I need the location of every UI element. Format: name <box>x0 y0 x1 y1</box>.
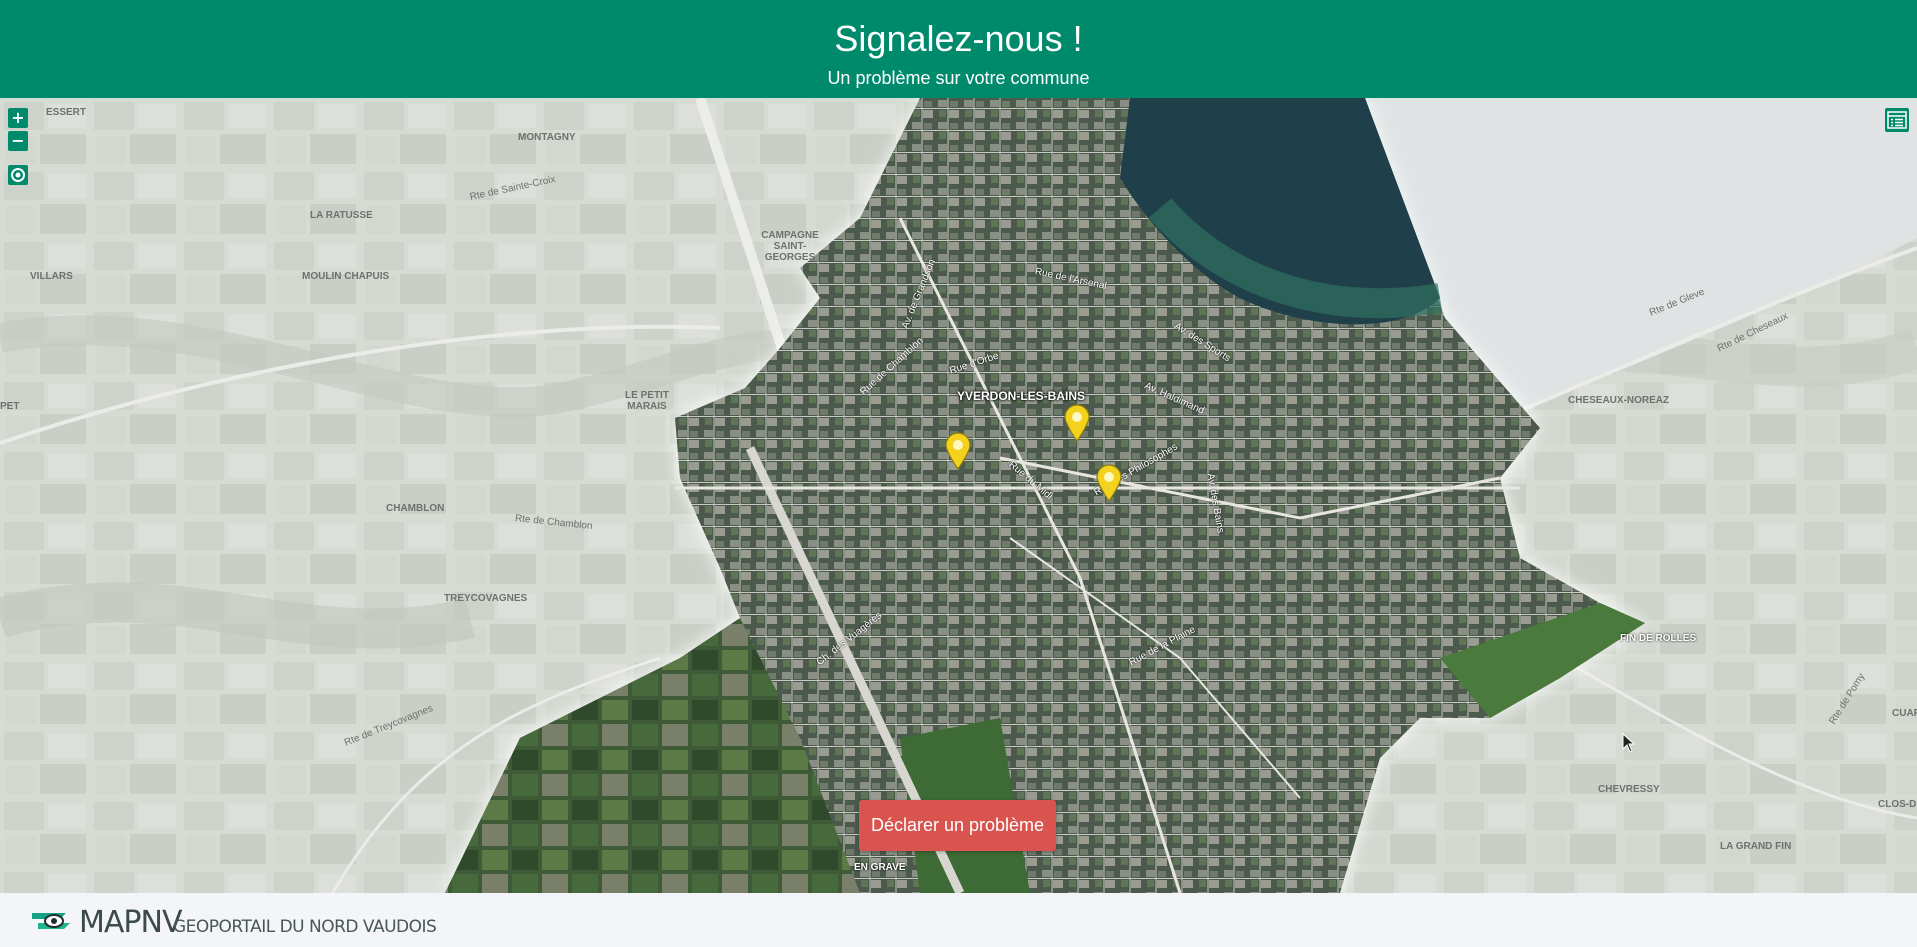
city-label: YVERDON-LES-BAINS <box>957 389 1086 403</box>
footer-tagline: GEOPORTAIL DU NORD VAUDOIS <box>173 917 437 937</box>
issue-marker[interactable] <box>944 432 972 470</box>
place-label: EN GRAVE <box>854 862 906 873</box>
mapnv-logo-icon <box>32 913 70 929</box>
zoom-out-button[interactable]: − <box>8 131 28 151</box>
map-background <box>0 98 1917 893</box>
place-label: TREYCOVAGNES <box>444 593 528 604</box>
layer-list-icon <box>1887 111 1907 129</box>
place-label: MONTAGNY <box>518 132 576 143</box>
place-label: CHESEAUX-NOREAZ <box>1568 395 1670 406</box>
place-label: CHEVRESSY <box>1598 784 1660 795</box>
page-subtitle: Un problème sur votre commune <box>827 68 1090 88</box>
place-label: FIN DE ROLLES <box>1620 633 1697 644</box>
place-label: LA RATUSSE <box>310 210 373 221</box>
place-label: ESSERT <box>46 107 87 118</box>
place-label: LA GRAND FIN <box>1720 841 1792 852</box>
place-label: CAMPAGNE SAINT-GEORGES <box>761 230 819 263</box>
issue-marker[interactable] <box>1063 404 1091 442</box>
place-label: MOULIN CHAPUIS <box>302 271 390 282</box>
map-view[interactable]: ESSERT MONTAGNY LA RATUSSE MOULIN CHAPUI… <box>0 98 1917 893</box>
app-footer: MAPNV GEOPORTAIL DU NORD VAUDOIS <box>0 893 1917 947</box>
place-label: LE PETIT MARAIS <box>625 390 669 412</box>
place-label: VILLARS <box>30 271 73 282</box>
place-label: CHAMBLON <box>386 503 445 514</box>
place-label: CUAR <box>1892 708 1917 719</box>
locate-button[interactable] <box>8 165 28 185</box>
place-label: CLOS-D <box>1878 799 1917 810</box>
app-header: Signalez-nous ! Un problème sur votre co… <box>0 0 1917 98</box>
place-label: PET <box>0 401 20 412</box>
issue-marker[interactable] <box>1095 464 1123 502</box>
locate-icon <box>11 168 25 182</box>
mouse-cursor-icon <box>1622 733 1636 753</box>
page-title: Signalez-nous ! <box>834 18 1083 59</box>
declare-problem-button[interactable]: Déclarer un problème <box>859 800 1056 851</box>
footer-brand: MAPNV <box>79 905 182 940</box>
zoom-in-button[interactable]: + <box>8 108 28 128</box>
layer-list-button[interactable] <box>1885 108 1909 132</box>
